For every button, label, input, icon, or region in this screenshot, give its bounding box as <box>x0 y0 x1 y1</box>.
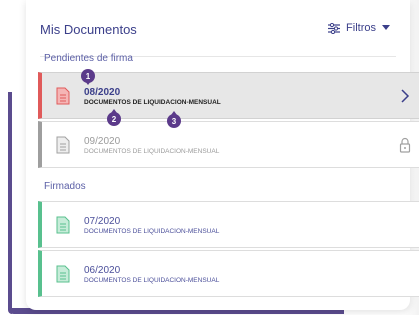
document-row-pending-1: 09/2020 DOCUMENTOS DE LIQUIDACION-MENSUA… <box>38 121 419 168</box>
document-icon <box>56 265 70 283</box>
page-title: Mis Documentos <box>40 22 137 37</box>
section-pending-label: Pendientes de firma <box>44 53 133 64</box>
lock-icon <box>397 136 413 154</box>
callout-badge-1: 1 <box>81 69 95 85</box>
document-icon <box>56 136 70 154</box>
document-description: DOCUMENTOS DE LIQUIDACION-MENSUAL <box>84 99 221 106</box>
frame-decoration-left <box>8 92 12 314</box>
document-period: 07/2020 <box>84 216 121 227</box>
callout-badge-3: 3 <box>167 111 181 128</box>
documents-card: Mis Documentos Filtros Pendientes de fir… <box>26 0 419 310</box>
document-row-signed-0[interactable]: 07/2020 DOCUMENTOS DE LIQUIDACION-MENSUA… <box>38 201 419 248</box>
sliders-icon <box>328 22 341 34</box>
document-description: DOCUMENTOS DE LIQUIDACION-MENSUAL <box>84 228 220 235</box>
section-signed-label: Firmados <box>44 181 86 192</box>
document-description: DOCUMENTOS DE LIQUIDACION-MENSUAL <box>84 277 220 284</box>
document-period: 08/2020 <box>84 87 121 98</box>
document-row-pending-0[interactable]: 08/2020 DOCUMENTOS DE LIQUIDACION-MENSUA… <box>38 72 419 119</box>
callout-badge-2: 2 <box>107 109 121 126</box>
chevron-right-icon[interactable] <box>397 87 413 105</box>
document-period: 09/2020 <box>84 136 121 147</box>
document-icon <box>56 87 70 105</box>
document-row-signed-1[interactable]: 06/2020 DOCUMENTOS DE LIQUIDACION-MENSUA… <box>38 250 419 297</box>
caret-down-icon <box>382 25 390 31</box>
card-header: Mis Documentos Filtros <box>40 18 396 57</box>
filters-button[interactable]: Filtros <box>328 22 390 34</box>
document-period: 06/2020 <box>84 265 121 276</box>
filters-label: Filtros <box>346 22 376 34</box>
document-description: DOCUMENTOS DE LIQUIDACION-MENSUAL <box>84 148 220 155</box>
document-icon <box>56 216 70 234</box>
